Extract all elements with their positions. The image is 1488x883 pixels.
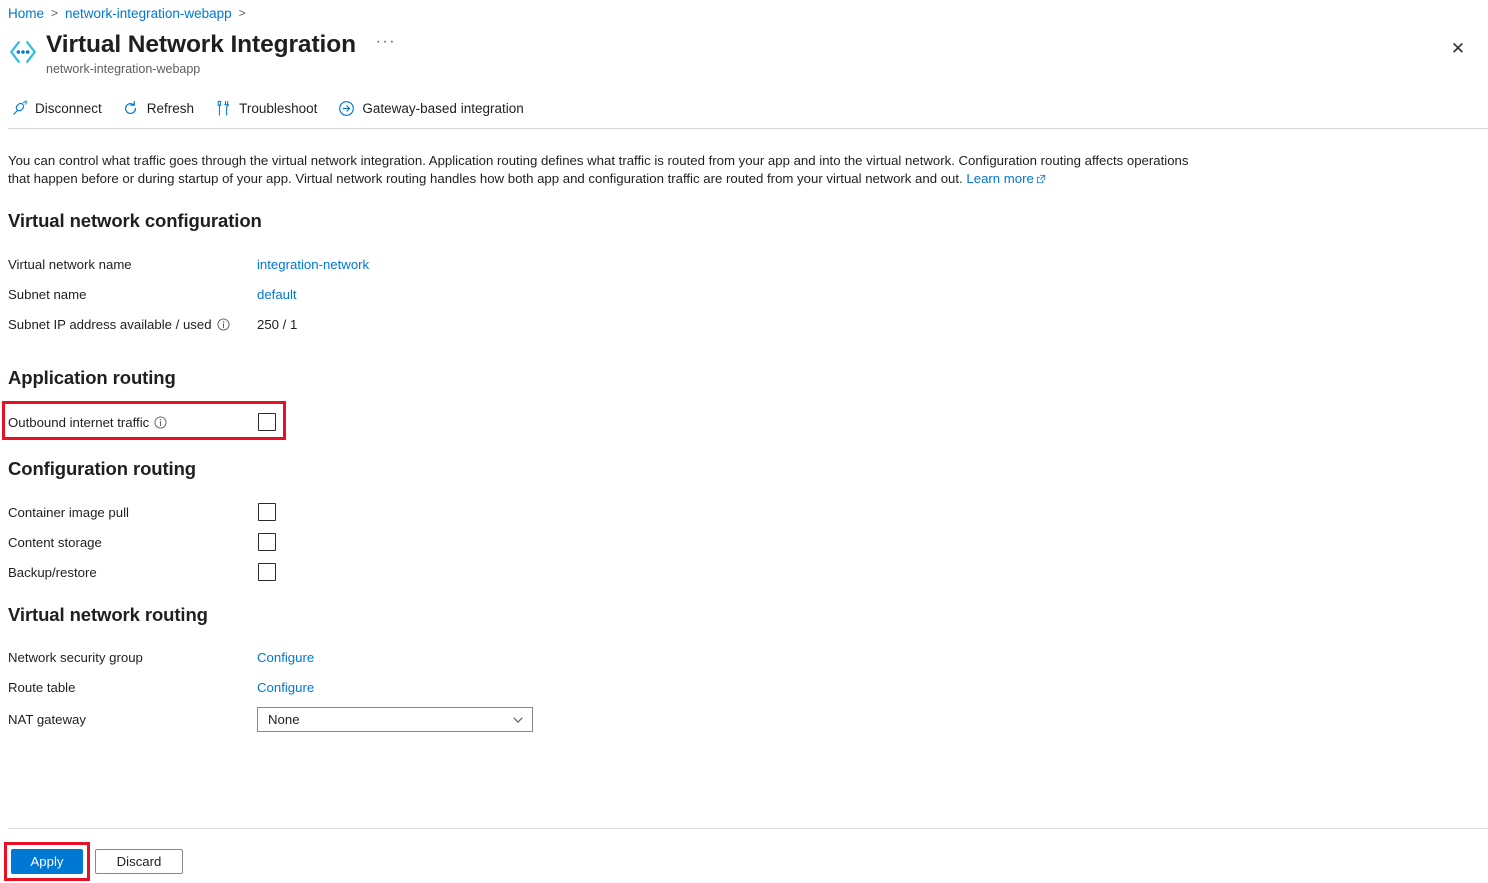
arrow-right-circle-icon <box>337 99 355 117</box>
learn-more-link[interactable]: Learn more <box>966 171 1033 186</box>
subnet-name-link[interactable]: default <box>257 287 297 302</box>
breadcrumb-separator: > <box>51 6 58 20</box>
row-label: Subnet IP address available / used <box>8 317 257 332</box>
row-label: Virtual network name <box>8 257 257 272</box>
row-subnet-ip-address: Subnet IP address available / used 250 /… <box>8 314 297 334</box>
disconnect-plug-icon <box>10 99 28 117</box>
network-security-group-configure-link[interactable]: Configure <box>257 650 314 665</box>
chevron-down-icon <box>512 714 524 726</box>
row-route-table: Route table Configure <box>8 677 314 697</box>
row-subnet-name: Subnet name default <box>8 284 297 304</box>
checkbox-label: Container image pull <box>8 505 258 520</box>
route-table-configure-link[interactable]: Configure <box>257 680 314 695</box>
checkbox-container-image-pull[interactable] <box>258 503 276 521</box>
more-options-ellipsis[interactable]: ··· <box>376 33 396 51</box>
close-icon[interactable]: ✕ <box>1442 32 1474 64</box>
command-bar-divider <box>8 128 1488 129</box>
breadcrumb: Home > network-integration-webapp > <box>8 4 253 22</box>
troubleshoot-tools-icon <box>214 99 232 117</box>
breadcrumb-separator-2: > <box>239 6 246 20</box>
command-label: Disconnect <box>35 101 102 116</box>
breadcrumb-item-webapp[interactable]: network-integration-webapp <box>65 6 232 21</box>
section-heading-vnet-routing: Virtual network routing <box>8 604 208 626</box>
checkbox-row-container-image-pull: Container image pull <box>8 501 276 523</box>
checkbox-label: Backup/restore <box>8 565 258 580</box>
page-header: Virtual Network Integration ··· network-… <box>8 30 396 77</box>
description-text: You can control what traffic goes throug… <box>8 152 1208 187</box>
checkbox-backup-restore[interactable] <box>258 563 276 581</box>
external-link-icon <box>1036 171 1046 181</box>
checkbox-label: Content storage <box>8 535 258 550</box>
subnet-ip-value: 250 / 1 <box>257 317 297 332</box>
command-disconnect[interactable]: Disconnect <box>8 94 112 122</box>
row-nat-gateway: NAT gateway <box>8 709 257 729</box>
checkbox-label: Outbound internet traffic <box>8 415 258 430</box>
nat-gateway-selected-value: None <box>268 712 300 727</box>
checkbox-content-storage[interactable] <box>258 533 276 551</box>
refresh-icon <box>122 99 140 117</box>
command-label: Troubleshoot <box>239 101 317 116</box>
command-refresh[interactable]: Refresh <box>120 94 204 122</box>
command-bar: Disconnect Refresh Troubleshoot <box>8 94 542 122</box>
page-title: Virtual Network Integration <box>46 30 356 60</box>
row-label: Route table <box>8 680 257 695</box>
checkbox-label-text: Outbound internet traffic <box>8 415 149 430</box>
command-label: Gateway-based integration <box>362 101 523 116</box>
checkbox-row-backup-restore: Backup/restore <box>8 561 276 583</box>
command-label: Refresh <box>147 101 194 116</box>
info-icon[interactable] <box>154 416 167 429</box>
checkbox-outbound-internet-traffic[interactable] <box>258 413 276 431</box>
nat-gateway-select[interactable]: None <box>257 707 533 732</box>
page-subtitle: network-integration-webapp <box>46 61 396 77</box>
section-heading-vnet-config: Virtual network configuration <box>8 210 262 232</box>
row-virtual-network-name: Virtual network name integration-network <box>8 254 369 274</box>
discard-button[interactable]: Discard <box>95 849 183 874</box>
row-label-text: Subnet IP address available / used <box>8 317 212 332</box>
apply-button[interactable]: Apply <box>11 849 83 874</box>
breadcrumb-item-home[interactable]: Home <box>8 6 44 21</box>
virtual-network-name-link[interactable]: integration-network <box>257 257 369 272</box>
checkbox-row-outbound-internet-traffic: Outbound internet traffic <box>8 411 276 433</box>
section-heading-application-routing: Application routing <box>8 367 176 389</box>
footer-divider <box>8 828 1488 829</box>
checkbox-row-content-storage: Content storage <box>8 531 276 553</box>
command-gateway-based-integration[interactable]: Gateway-based integration <box>335 94 533 122</box>
vnet-integration-icon <box>8 37 38 67</box>
row-network-security-group: Network security group Configure <box>8 647 314 667</box>
info-icon[interactable] <box>217 318 230 331</box>
command-troubleshoot[interactable]: Troubleshoot <box>212 94 327 122</box>
row-label: NAT gateway <box>8 712 257 727</box>
row-label: Subnet name <box>8 287 257 302</box>
row-label: Network security group <box>8 650 257 665</box>
section-heading-configuration-routing: Configuration routing <box>8 458 196 480</box>
